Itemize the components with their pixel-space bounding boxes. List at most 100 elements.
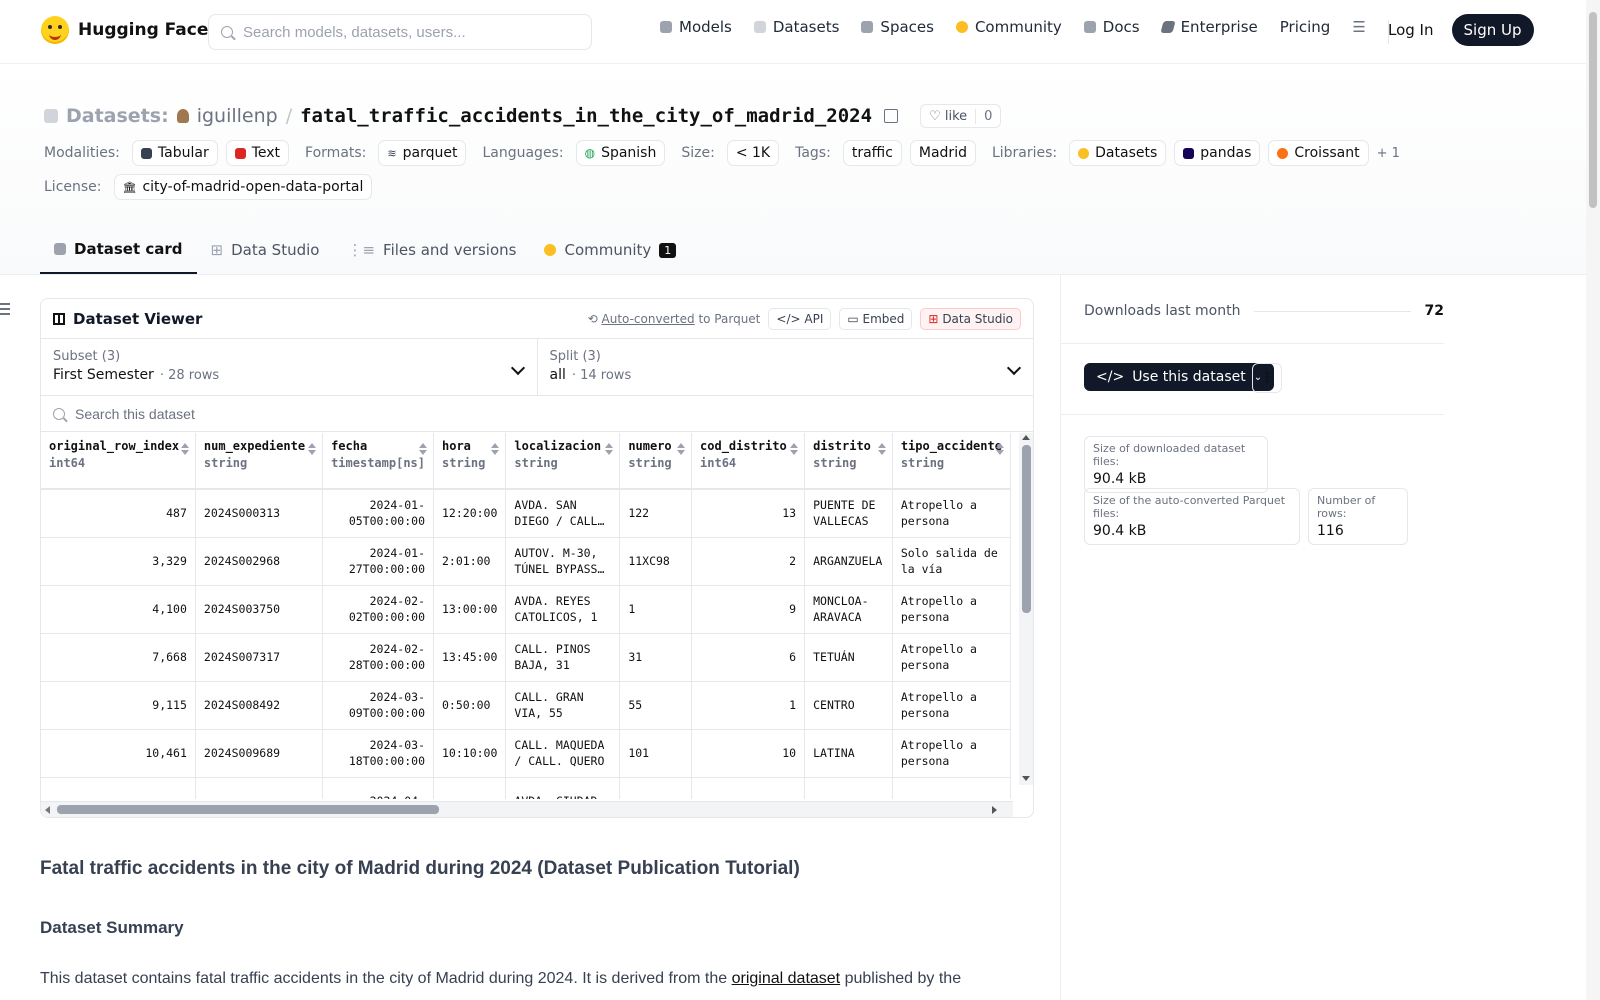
cell-value: 1 bbox=[789, 698, 797, 712]
owner-link[interactable]: iguillenp bbox=[197, 105, 278, 127]
scroll-left-icon[interactable] bbox=[45, 806, 50, 814]
table-cell-cod-distrito: 2 bbox=[691, 537, 806, 586]
tag-datasets-lib[interactable]: Datasets bbox=[1069, 140, 1167, 166]
scroll-down-icon[interactable] bbox=[1022, 776, 1030, 781]
nav-community[interactable]: Community bbox=[955, 18, 1062, 36]
tag-traffic[interactable]: traffic bbox=[842, 140, 902, 166]
brand-logo[interactable]: Hugging Face bbox=[41, 16, 208, 44]
libraries-more[interactable]: + 1 bbox=[1377, 146, 1400, 161]
nav-models[interactable]: Models bbox=[660, 18, 732, 36]
nav-enterprise[interactable]: Enterprise bbox=[1159, 18, 1258, 36]
refresh-icon: ⟲ bbox=[587, 311, 598, 326]
sort-icon[interactable] bbox=[605, 443, 614, 455]
table-cell-localizacion: CALL. PINOS BAJA, 31 bbox=[505, 633, 621, 682]
nav-pricing[interactable]: Pricing bbox=[1280, 18, 1331, 36]
subset-rows-text: 28 rows bbox=[168, 368, 220, 383]
column-header-tipo-accidente[interactable]: tipo_accidente string bbox=[892, 433, 1011, 490]
column-header-original-row-index[interactable]: original_row_index int64 bbox=[41, 433, 196, 490]
sort-icon[interactable] bbox=[308, 443, 317, 455]
vertical-scroll-thumb[interactable] bbox=[1022, 445, 1031, 613]
column-header-localizacion[interactable]: localizacion string bbox=[505, 433, 621, 490]
table-row[interactable]: 10,461 2024S009689 2024-03-18T00:00:00 10:1… bbox=[41, 729, 1011, 778]
horizontal-scroll-thumb[interactable] bbox=[57, 805, 439, 814]
scroll-up-icon[interactable] bbox=[1022, 435, 1030, 440]
dataset-name[interactable]: fatal_traffic_accidents_in_the_city_of_m… bbox=[300, 105, 872, 127]
split-select[interactable]: Split (3) all · 14 rows bbox=[536, 339, 1034, 395]
sort-icon[interactable] bbox=[877, 443, 886, 455]
sort-icon[interactable] bbox=[419, 443, 427, 455]
tab-files[interactable]: ⋮≡ Files and versions bbox=[333, 226, 530, 274]
sort-icon[interactable] bbox=[677, 443, 686, 455]
sort-icon[interactable] bbox=[180, 443, 189, 455]
table-vertical-scrollbar[interactable] bbox=[1019, 433, 1033, 785]
like-button[interactable]: ♡ like 0 bbox=[920, 104, 1002, 128]
tab-community[interactable]: Community 1 bbox=[530, 226, 690, 274]
sort-icon[interactable] bbox=[491, 443, 500, 455]
login-link[interactable]: Log In bbox=[1388, 21, 1434, 39]
table-row[interactable]: 9,115 2024S008492 2024-03-09T00:00:00 0:50:… bbox=[41, 681, 1011, 730]
title-prefix[interactable]: Datasets: bbox=[66, 105, 169, 127]
table-cell-tipo-accidente: Atropello a persona bbox=[892, 488, 1011, 538]
column-header-num-expediente[interactable]: num_expediente string bbox=[195, 433, 324, 490]
nav-spaces[interactable]: Spaces bbox=[861, 18, 934, 36]
tag-parquet[interactable]: ≋ parquet bbox=[378, 140, 467, 166]
more-options-button[interactable]: ⋮ bbox=[1252, 363, 1282, 393]
column-header-fecha[interactable]: fecha timestamp[ns] bbox=[322, 433, 434, 490]
column-header-cod-distrito[interactable]: cod_distrito int64 bbox=[691, 433, 806, 490]
table-cell-tipo-accidente bbox=[892, 777, 1011, 799]
table-row[interactable]: 2024-04- AVDA. CIUDAD bbox=[41, 777, 1011, 799]
toc-icon[interactable] bbox=[0, 303, 10, 315]
heart-icon: ♡ bbox=[929, 108, 941, 124]
use-dataset-button[interactable]: </> Use this dataset ⌄ bbox=[1084, 363, 1275, 391]
table-row[interactable]: 4,100 2024S003750 2024-02-02T00:00:00 13:00… bbox=[41, 585, 1011, 634]
column-header-hora[interactable]: hora string bbox=[433, 433, 507, 490]
table-cell-hora: 13:00:00 bbox=[433, 585, 507, 634]
global-search-input[interactable] bbox=[243, 23, 563, 41]
scroll-right-icon[interactable] bbox=[992, 806, 997, 814]
tag-tabular[interactable]: Tabular bbox=[131, 140, 218, 166]
page-scrollbar[interactable] bbox=[1586, 0, 1600, 1000]
tab-data-studio[interactable]: ⊞ Data Studio bbox=[197, 226, 334, 274]
column-type: string bbox=[442, 456, 486, 470]
column-type: int64 bbox=[49, 456, 86, 470]
sort-icon[interactable] bbox=[996, 443, 1004, 455]
embed-button[interactable]: ▭ Embed bbox=[839, 307, 913, 330]
original-dataset-link[interactable]: original dataset bbox=[732, 970, 841, 987]
table-row[interactable]: 7,668 2024S007317 2024-02-28T00:00:00 13:45… bbox=[41, 633, 1011, 682]
table-cell-numero: 101 bbox=[619, 729, 693, 778]
nav-more[interactable]: ☰ bbox=[1352, 18, 1365, 36]
page-scroll-thumb[interactable] bbox=[1589, 12, 1597, 208]
subset-select[interactable]: Subset (3) First Semester · 28 rows bbox=[41, 339, 537, 395]
tag-pandas[interactable]: pandas bbox=[1174, 140, 1261, 166]
nav-datasets[interactable]: Datasets bbox=[753, 18, 839, 36]
split-rows-text: 14 rows bbox=[580, 368, 632, 383]
dataset-search[interactable] bbox=[41, 396, 1033, 432]
copy-icon[interactable] bbox=[884, 109, 899, 123]
dataset-search-input[interactable] bbox=[75, 405, 675, 422]
tag-spanish[interactable]: ◍ Spanish bbox=[575, 140, 666, 166]
tab-dataset-card[interactable]: Dataset card bbox=[40, 226, 197, 274]
signup-button[interactable]: Sign Up bbox=[1451, 14, 1534, 46]
dataset-title: Datasets: iguillenp / fatal_traffic_acci… bbox=[44, 104, 1002, 128]
table-horizontal-scrollbar[interactable] bbox=[41, 801, 1013, 817]
table-row[interactable]: 487 2024S000313 2024-01-05T00:00:00 12:20:0… bbox=[41, 488, 1011, 538]
column-header-distrito[interactable]: distrito string bbox=[804, 433, 893, 490]
tag-size[interactable]: < 1K bbox=[726, 140, 780, 166]
table-cell-tipo-accidente: Atropello a persona bbox=[892, 585, 1011, 634]
cell-value: AVDA. CIUDAD bbox=[514, 793, 611, 799]
nav-docs-label: Docs bbox=[1102, 18, 1140, 36]
global-search[interactable] bbox=[208, 14, 592, 50]
cell-value: 487 bbox=[166, 506, 187, 521]
column-header-numero[interactable]: numero string bbox=[619, 433, 693, 490]
table-row[interactable]: 3,329 2024S002968 2024-01-27T00:00:00 2:01:… bbox=[41, 537, 1011, 586]
tag-text[interactable]: Text bbox=[225, 140, 290, 166]
api-button[interactable]: </> API bbox=[768, 307, 832, 330]
data-studio-button[interactable]: ⊞ Data Studio bbox=[920, 307, 1021, 330]
cell-value: 1 bbox=[628, 602, 636, 616]
tag-croissant[interactable]: Croissant bbox=[1268, 140, 1369, 166]
nav-docs[interactable]: Docs bbox=[1083, 18, 1140, 36]
tag-madrid[interactable]: Madrid bbox=[909, 140, 976, 166]
auto-converted-link[interactable]: Auto-converted bbox=[602, 312, 695, 326]
tag-license[interactable]: 🏛 city-of-madrid-open-data-portal bbox=[113, 174, 373, 200]
sort-icon[interactable] bbox=[790, 443, 799, 455]
